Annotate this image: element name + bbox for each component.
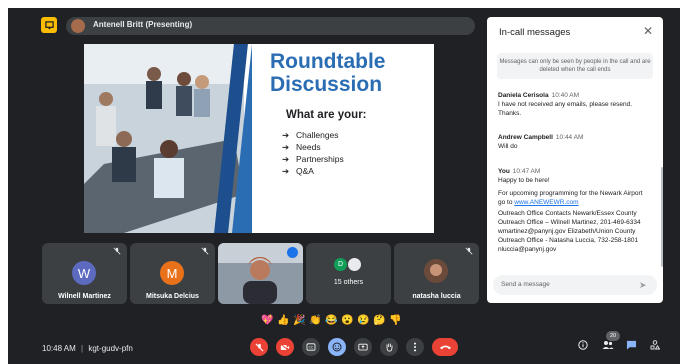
chat-scrollbar[interactable]	[661, 167, 663, 267]
others-count: 15 others	[333, 279, 364, 286]
present-now-icon[interactable]	[41, 17, 57, 33]
raise-hand-icon[interactable]	[380, 338, 398, 356]
mic-off-icon	[465, 247, 473, 255]
people-icon[interactable]	[602, 340, 614, 353]
activities-icon[interactable]	[650, 340, 661, 353]
arrow-icon: ➔	[282, 142, 290, 152]
reaction-thumbs-up[interactable]: 👍	[277, 315, 290, 326]
close-icon[interactable]: ✕	[643, 24, 653, 38]
mic-off-icon	[113, 247, 121, 255]
slide-bullet: ➔ Challenges	[282, 130, 339, 140]
svg-text:CC: CC	[309, 346, 314, 350]
chat-message: Andrew Campbell 10:44 AM Will do	[498, 134, 584, 150]
participant-name: Wilnell Martinez	[58, 293, 111, 300]
self-video-tile[interactable]	[218, 243, 303, 304]
chat-message: You 10:47 AM Happy to be here!	[498, 168, 550, 184]
slide-subtitle: What are your:	[286, 109, 367, 121]
arrow-icon: ➔	[282, 130, 290, 140]
slide-title: Roundtable Discussion	[270, 50, 386, 96]
presenter-avatar	[71, 19, 85, 33]
participant-tile[interactable]: W Wilnell Martinez	[42, 243, 127, 304]
participant-tile[interactable]: natasha luccia	[394, 243, 479, 304]
slide-bullet: ➔ Partnerships	[282, 154, 344, 164]
message-input-placeholder: Send a message	[501, 281, 550, 288]
arrow-icon: ➔	[282, 166, 290, 176]
emoji-icon[interactable]	[328, 338, 346, 356]
chat-icon[interactable]	[626, 340, 637, 353]
slide-bullet: ➔ Q&A	[282, 166, 314, 176]
reaction-clap[interactable]: 👏	[309, 315, 322, 326]
info-icon[interactable]	[578, 340, 588, 353]
chat-message: Daniela Cerisola 10:40 AM I have not rece…	[498, 92, 633, 117]
mic-off-icon[interactable]	[250, 338, 268, 356]
chat-title: In-call messages	[499, 27, 571, 38]
chat-message: Outreach Office Contacts Newark/Essex Co…	[498, 210, 641, 253]
end-call-icon[interactable]	[432, 338, 458, 356]
avatar	[424, 259, 448, 283]
meeting-info: 10:48 AM | kgt-gudv-pfn	[42, 344, 133, 353]
participant-name: Mitsuka Delcius	[146, 293, 199, 300]
participant-name: natasha luccia	[412, 293, 461, 300]
others-tile[interactable]: D 15 others	[306, 243, 391, 304]
mic-off-icon	[201, 247, 209, 255]
meeting-screen: Antenell Britt (Presenting) Roundtable D…	[0, 0, 691, 364]
presenter-label: Antenell Britt (Presenting)	[93, 20, 193, 29]
chat-message: For upcoming programming for the Newark …	[498, 190, 643, 206]
reactions-bar: 💖 👍 🎉 👏 😂 😮 😢 🤔 👎	[261, 310, 402, 330]
avatar: M	[160, 261, 184, 285]
slide-bullet: ➔ Needs	[282, 142, 321, 152]
avatar	[348, 258, 361, 271]
chat-panel: In-call messages ✕ Messages can only be …	[487, 17, 663, 303]
chat-notice: Messages can only be seen by people in t…	[497, 53, 653, 79]
reaction-thinking[interactable]: 🤔	[373, 315, 386, 326]
avatar: W	[72, 261, 96, 285]
camera-off-icon[interactable]	[276, 338, 294, 356]
current-time: 10:48 AM	[42, 344, 76, 353]
presentation-slide: Roundtable Discussion What are your: ➔ Ch…	[84, 44, 434, 233]
meeting-code: kgt-gudv-pfn	[88, 344, 133, 353]
reaction-heart[interactable]: 💖	[261, 315, 274, 326]
reaction-laugh[interactable]: 😂	[325, 315, 338, 326]
captions-icon[interactable]: CC	[302, 338, 320, 356]
reaction-surprised[interactable]: 😮	[341, 315, 354, 326]
arrow-icon: ➔	[282, 154, 290, 164]
more-options-icon[interactable]	[406, 338, 424, 356]
present-icon[interactable]	[354, 338, 372, 356]
reaction-thumbs-down[interactable]: 👎	[389, 315, 402, 326]
reaction-party[interactable]: 🎉	[293, 315, 306, 326]
chat-link[interactable]: www.ANEWEWR.com	[514, 199, 578, 206]
avatar: D	[334, 258, 347, 271]
participant-tile[interactable]: M Mitsuka Delcius	[130, 243, 215, 304]
reaction-sad[interactable]: 😢	[357, 315, 370, 326]
send-icon[interactable]: ➤	[639, 280, 647, 291]
speaking-indicator-icon	[287, 247, 298, 258]
